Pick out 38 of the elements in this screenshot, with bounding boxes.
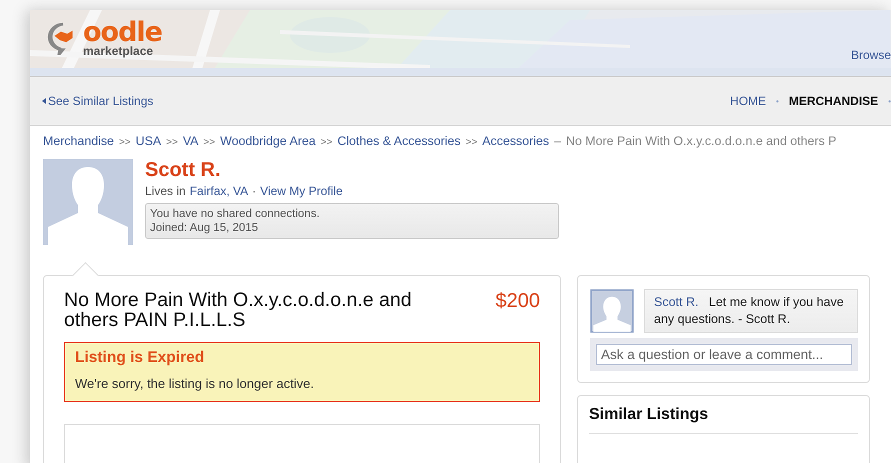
caret-icon — [42, 98, 46, 104]
dot-separator: · — [252, 184, 256, 198]
nav-separator: • — [888, 96, 891, 106]
alert-message: We're sorry, the listing is no longer active. — [75, 376, 315, 391]
breadcrumb-link[interactable]: VA — [182, 134, 198, 148]
logo-wordmark: oodle — [83, 19, 162, 46]
seller-name: Scott R. — [145, 159, 222, 181]
nav-separator: • — [776, 96, 779, 106]
breadcrumb-current: No More Pain With O.x.y.c.o.d.o.n.e and others P — [566, 134, 836, 148]
location-link[interactable]: Fairfax, VA — [190, 184, 248, 198]
breadcrumb-separator: >> — [320, 137, 332, 148]
lives-in-label: Lives in — [145, 184, 186, 198]
see-similar-listings-link[interactable]: See Similar Listings — [42, 94, 154, 108]
listing-title: No More Pain With O.x.y.c.o.d.o.n.e and others PAIN P.I.L.L.S — [64, 290, 413, 330]
avatar-silhouette — [590, 289, 634, 333]
view-profile-link[interactable]: View My Profile — [260, 184, 343, 198]
breadcrumb-separator: >> — [203, 137, 216, 148]
listing-price: $200 — [496, 290, 540, 313]
joined-date: Joined: Aug 15, 2015 — [150, 221, 260, 235]
nav-link[interactable]: MERCHANDISE — [788, 94, 878, 108]
similar-listings-title: Similar Listings — [589, 406, 710, 425]
breadcrumb-separator: >> — [118, 137, 131, 148]
logo-tagline: marketplace — [83, 45, 154, 57]
browse-link[interactable]: Browse — [850, 48, 891, 62]
alert-title: Listing is Expired — [75, 349, 206, 367]
author-link[interactable]: Scott R. — [654, 295, 698, 309]
breadcrumb-link[interactable]: Woodbridge Area — [220, 134, 316, 148]
comment-text: Scott R. Let me know if you have any questions. - Scott R. — [654, 295, 844, 326]
breadcrumb-separator: >> — [166, 137, 178, 148]
breadcrumb-link[interactable]: USA — [136, 134, 162, 148]
comment-input[interactable]: Ask a question or leave a comment... — [596, 344, 852, 365]
breadcrumb-separator: >> — [466, 137, 478, 148]
breadcrumb-dash: – — [554, 134, 561, 148]
nav-link[interactable]: HOME — [730, 94, 766, 108]
breadcrumb-link[interactable]: Merchandise — [43, 134, 114, 148]
connections-text: You have no shared connections. — [150, 207, 321, 221]
breadcrumb-link[interactable]: Accessories — [482, 134, 550, 148]
breadcrumb-link[interactable]: Clothes & Accessories — [337, 134, 461, 148]
